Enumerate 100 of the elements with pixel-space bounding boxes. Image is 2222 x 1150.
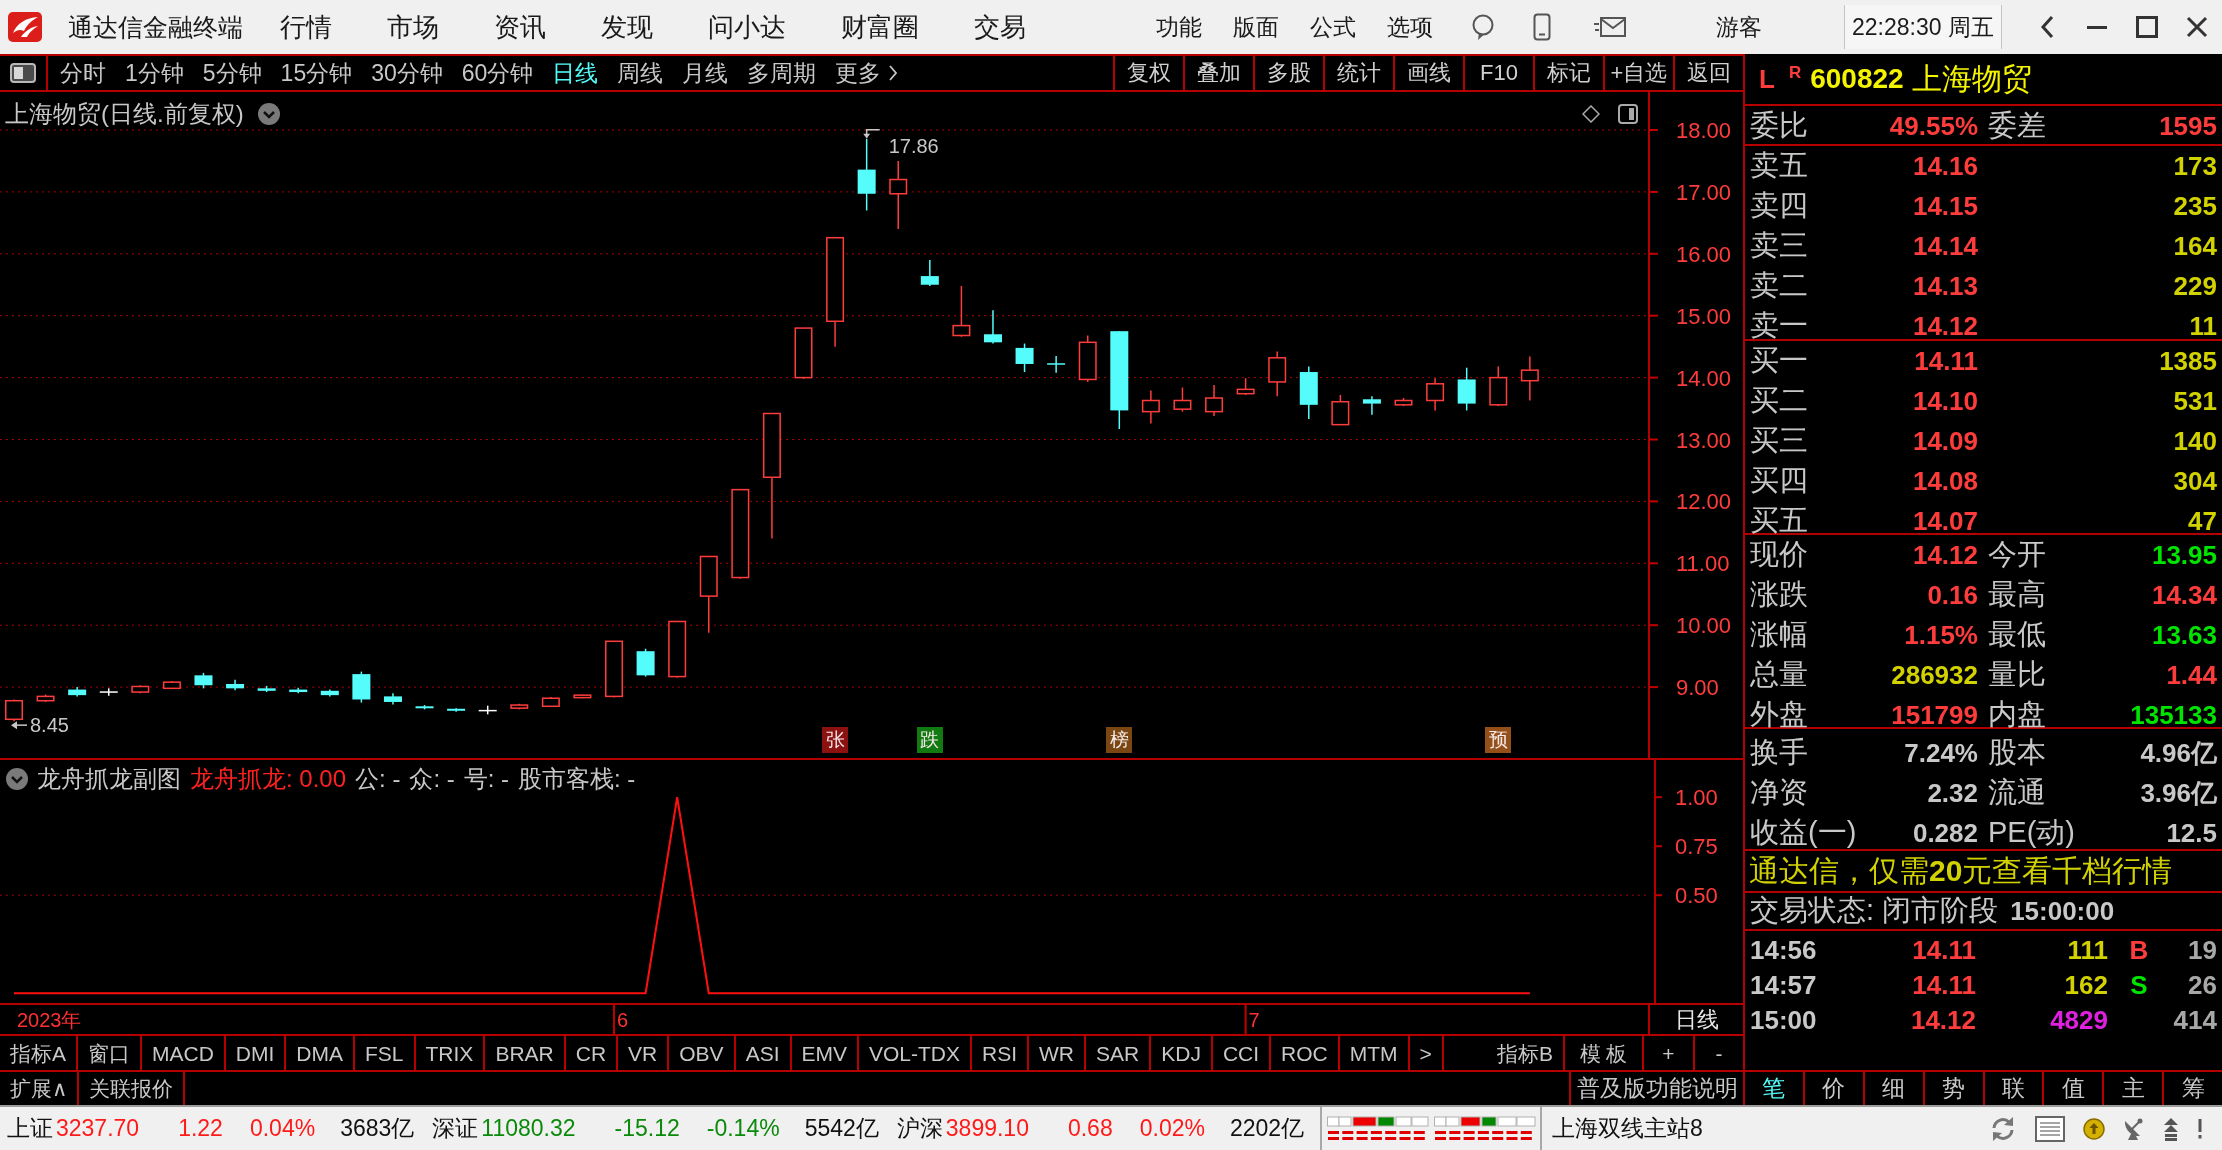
indicator-tab[interactable]: DMA (286, 1036, 356, 1070)
template-button[interactable]: 模 板 (1565, 1036, 1644, 1070)
period-tab[interactable]: 5分钟 (202, 61, 262, 85)
order-volume: 11 (2189, 310, 2217, 342)
indicator-tab[interactable]: ASI (735, 1036, 792, 1070)
indicator-tab[interactable]: TRIX (415, 1036, 486, 1070)
diamond-icon[interactable] (1582, 105, 1600, 123)
index-name[interactable]: 上证 (7, 1113, 53, 1144)
indicator-tab[interactable]: RSI (972, 1036, 1030, 1070)
order-price: 14.10 (1912, 385, 1978, 417)
menu-item[interactable]: 问小达 (708, 14, 786, 40)
menu-item[interactable]: 公式 (1310, 15, 1356, 39)
quote-label: 委差 (1988, 108, 2046, 143)
indicator-tab[interactable]: EMV (791, 1036, 859, 1070)
toolbar-button[interactable]: 统计 (1323, 56, 1393, 90)
toolbar-button[interactable]: 叠加 (1183, 56, 1253, 90)
menu-item[interactable]: 选项 (1387, 15, 1433, 39)
menu-item[interactable]: 版面 (1233, 15, 1279, 39)
order-volume: 47 (2188, 505, 2217, 537)
detail-tab[interactable]: 筹 (2164, 1072, 2222, 1105)
satellite-dish-icon[interactable] (2123, 1116, 2145, 1141)
menu-item[interactable]: 交易 (974, 14, 1026, 40)
indicator-group-tab[interactable]: 指标B (1497, 1042, 1553, 1064)
period-tab[interactable]: 30分钟 (371, 61, 443, 85)
promo-text: 通达信，仅需20元查看千档行情 (1745, 851, 2222, 893)
period-tab[interactable]: 多周期 (747, 61, 817, 85)
period-tab[interactable]: 月线 (682, 61, 729, 85)
legend-item: 公: - (355, 765, 401, 793)
chevron-circle-icon[interactable] (257, 103, 280, 125)
back-icon[interactable] (2040, 15, 2054, 39)
phone-icon[interactable] (1533, 13, 1551, 41)
quote-label: 买五 (1750, 503, 1808, 538)
period-tab[interactable]: 更多 (835, 61, 899, 85)
quote-label: 量比 (1988, 657, 2046, 692)
toolbar-button[interactable]: 复权 (1113, 56, 1183, 90)
quote-value: 3.96亿 (2140, 776, 2217, 810)
order-volume: 229 (2173, 270, 2217, 302)
minimize-icon[interactable] (2087, 25, 2107, 29)
indicator-tab[interactable]: ROC (1271, 1036, 1340, 1070)
quote-label: 换手 (1750, 735, 1808, 770)
indicator-tab[interactable]: VR (618, 1036, 670, 1070)
menu-item[interactable]: 资讯 (494, 14, 546, 40)
indicator-tab[interactable]: DMI (225, 1036, 287, 1070)
tick-time: 14:57 (1750, 970, 1818, 1001)
indicator-tab[interactable]: WR (1029, 1036, 1087, 1070)
breadth-meter-icon (1327, 1116, 1429, 1141)
axis-label: 1.00 (1675, 785, 1718, 811)
maximize-icon[interactable] (2136, 16, 2158, 38)
scroll-right-button[interactable]: > (1409, 1036, 1444, 1070)
menu-item[interactable]: 财富圈 (841, 14, 919, 40)
document-icon[interactable] (2035, 1115, 2065, 1142)
close-icon[interactable] (2186, 16, 2208, 38)
quote-value: 135133 (2130, 699, 2217, 731)
indicator-tab[interactable]: SAR (1086, 1036, 1152, 1070)
menu-item[interactable]: 市场 (387, 14, 439, 40)
indicator-group-tab[interactable]: 指标A (0, 1036, 78, 1070)
period-tab[interactable]: 1分钟 (125, 61, 184, 85)
quote-value: 0.16 (1927, 579, 1978, 611)
index-percent: 0.02% (1139, 1115, 1205, 1142)
quote-label: 涨幅 (1750, 617, 1808, 652)
indicator-tab[interactable]: BRAR (485, 1036, 566, 1070)
indicator-tab[interactable]: CR (565, 1036, 619, 1070)
toolbar-button[interactable]: 返回 (1673, 56, 1743, 90)
indicator-tab[interactable]: KDJ (1151, 1036, 1213, 1070)
period-tab[interactable]: 15分钟 (280, 61, 353, 85)
index-name[interactable]: 沪深 (896, 1113, 943, 1144)
up-arrows-icon[interactable] (2163, 1116, 2179, 1141)
exclamation-icon[interactable] (2197, 1118, 2203, 1139)
order-price: 14.07 (1912, 505, 1978, 537)
add-button[interactable]: + (1644, 1036, 1695, 1070)
remove-button[interactable]: - (1695, 1036, 1743, 1070)
mail-icon[interactable] (1594, 16, 1626, 38)
indicator-tab[interactable]: MACD (142, 1036, 226, 1070)
date-label: 6 (617, 1009, 629, 1031)
chevron-circle-icon[interactable] (6, 768, 28, 790)
tick-side: B (2129, 935, 2149, 966)
toolbar-button[interactable]: 标记 (1533, 56, 1603, 90)
toolbar-button[interactable]: 多股 (1253, 56, 1323, 90)
indicator-tab[interactable]: VOL-TDX (859, 1036, 973, 1070)
menu-item[interactable]: 功能 (1156, 15, 1202, 39)
user-button[interactable]: 游客 (1716, 15, 1762, 39)
toolbar-button[interactable]: +自选 (1603, 56, 1673, 90)
chat-bubble-icon[interactable] (1471, 13, 1495, 41)
toolbar-button[interactable]: F10 (1463, 56, 1533, 90)
coin-icon[interactable] (2083, 1117, 2105, 1140)
panel-toggle-icon[interactable] (1618, 104, 1638, 124)
index-name[interactable]: 深证 (432, 1113, 479, 1144)
menu-item[interactable]: 行情 (280, 14, 332, 40)
toolbar-button[interactable]: 画线 (1393, 56, 1463, 90)
period-tab[interactable]: 日线 (552, 61, 599, 85)
period-tab[interactable]: 60分钟 (461, 61, 534, 85)
indicator-tab[interactable]: 窗口 (78, 1036, 142, 1070)
menu-item[interactable]: 发现 (601, 14, 653, 40)
period-tab[interactable]: 分时 (60, 61, 106, 85)
period-tab[interactable]: 周线 (617, 61, 664, 85)
indicator-tab[interactable]: CCI (1212, 1036, 1272, 1070)
indicator-tab[interactable]: FSL (355, 1036, 416, 1070)
indicator-tab[interactable]: OBV (669, 1036, 736, 1070)
indicator-tab[interactable]: MTM (1339, 1036, 1410, 1070)
breadth-meter-icon (1434, 1116, 1536, 1141)
